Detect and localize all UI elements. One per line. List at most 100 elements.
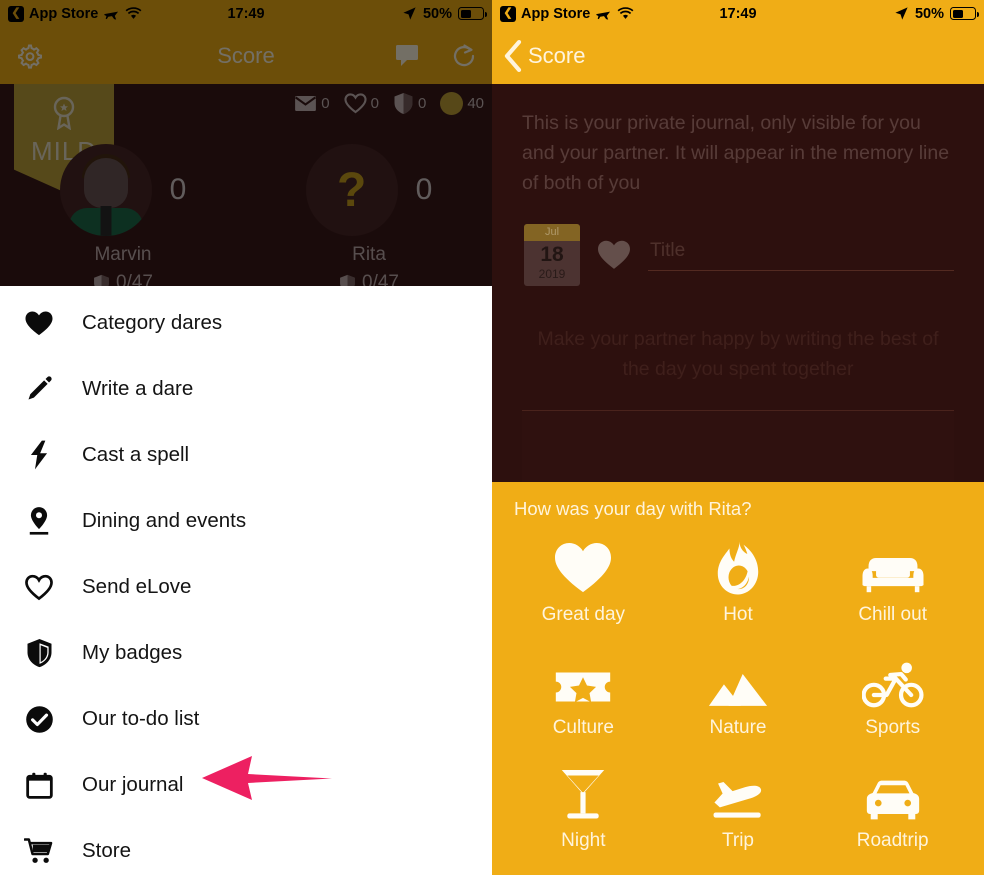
menu-item-label: Send eLove (82, 575, 192, 598)
chat-icon[interactable] (394, 43, 424, 69)
heart-filled-icon (552, 540, 614, 596)
wifi-icon (617, 6, 634, 19)
menu-item-send-elove[interactable]: Send eLove (0, 554, 492, 620)
stat-badges[interactable]: 0 (393, 92, 426, 115)
mood-option-nature[interactable]: Nature (661, 639, 816, 752)
mood-option-chill-out[interactable]: Chill out (815, 526, 970, 639)
journal-entry-row: Jul 18 2019 (492, 198, 984, 286)
airplane-takeoff-icon (709, 766, 767, 822)
player-card-marvin[interactable]: 0 Marvin 0/47 (0, 144, 246, 294)
left-status-bar: ❮ App Store 17:49 50% (0, 0, 492, 27)
journal-intro-text: This is your private journal, only visib… (522, 112, 950, 194)
menu-item-category-dares[interactable]: Category dares (0, 290, 492, 356)
date-widget[interactable]: Jul 18 2019 (524, 224, 580, 286)
stat-mail-value: 0 (321, 94, 330, 112)
menu-item-label: Dining and events (82, 509, 247, 532)
mountains-icon (708, 653, 768, 709)
mood-option-night[interactable]: Night (506, 753, 661, 866)
chevron-left-icon[interactable] (502, 39, 524, 73)
mood-label: Culture (552, 716, 614, 738)
pencil-icon (22, 375, 56, 403)
stat-badges-value: 0 (417, 94, 427, 112)
cart-icon (22, 837, 56, 865)
right-status-bar: ❮ App Store 17:49 50% (492, 0, 984, 27)
mood-label: Roadtrip (856, 830, 929, 852)
mood-option-culture[interactable]: Culture (506, 639, 661, 752)
status-back-app[interactable]: App Store (521, 6, 590, 22)
date-day: 18 (540, 243, 564, 266)
mood-label: Sports (865, 716, 921, 738)
cyclist-icon (861, 653, 924, 709)
menu-item-label: Write a dare (82, 377, 194, 400)
right-phone-screen: This is your private journal, only visib… (492, 0, 984, 875)
battery-icon (950, 7, 979, 20)
map-pin-icon (22, 506, 56, 536)
airplane-icon (104, 11, 119, 20)
menu-sheet: Category dares Write a dare Cast a spell (0, 286, 492, 875)
mood-option-hot[interactable]: Hot (661, 526, 816, 639)
menu-item-my-badges[interactable]: My badges (0, 620, 492, 686)
mood-grid: Great day Hot Chill out Culture Nature S… (506, 526, 970, 866)
ticket-star-icon (554, 653, 612, 709)
car-icon (862, 766, 924, 822)
menu-item-our-journal[interactable]: Our journal (0, 752, 492, 818)
mood-option-sports[interactable]: Sports (815, 639, 970, 752)
location-arrow-icon (403, 7, 416, 20)
back-button-label[interactable]: Score (528, 43, 585, 69)
player-name: Rita (352, 244, 386, 265)
back-chevron-icon[interactable]: ❮ (500, 5, 516, 22)
player-card-rita[interactable]: ? 0 Rita 0/47 (246, 144, 492, 294)
stat-coins[interactable]: 40 (440, 91, 484, 115)
menu-item-label: Store (82, 839, 131, 862)
shield-icon (394, 92, 413, 114)
mail-icon (295, 95, 317, 111)
wifi-icon (125, 6, 142, 19)
status-battery-percent: 50% (914, 5, 944, 22)
sofa-icon (861, 540, 925, 596)
left-phone-screen: 0 0 0 40 MILD 0 Marvin 0/47 ? 0 Rita 0/4… (0, 0, 492, 875)
location-arrow-icon (895, 7, 908, 20)
check-circle-icon (22, 705, 56, 734)
mood-label: Chill out (858, 603, 927, 625)
heart-filled-icon[interactable] (596, 239, 632, 271)
mood-label: Trip (721, 830, 754, 852)
menu-item-write-a-dare[interactable]: Write a dare (0, 356, 492, 422)
avatar (59, 144, 152, 236)
mood-option-trip[interactable]: Trip (661, 753, 816, 866)
stat-mail[interactable]: 0 (294, 94, 330, 112)
heart-filled-icon (22, 310, 56, 337)
mood-picker-sheet: How was your day with Rita? Great day Ho… (492, 482, 984, 875)
cocktail-icon (559, 766, 607, 822)
heart-outline-icon (22, 574, 56, 601)
stat-coins-value: 40 (467, 94, 484, 112)
coin-icon (440, 91, 464, 115)
menu-item-label: Cast a spell (82, 443, 190, 466)
lightning-icon (22, 440, 56, 470)
flame-icon (714, 540, 762, 596)
menu-item-label: Our journal (82, 773, 184, 796)
journal-hint-text: Make your partner happy by writing the b… (537, 328, 939, 380)
left-navbar: Score (0, 27, 492, 84)
menu-item-store[interactable]: Store (0, 818, 492, 875)
journal-title-input[interactable] (648, 235, 954, 271)
stat-hearts[interactable]: 0 (344, 92, 379, 114)
menu-item-label: Our to-do list (82, 707, 200, 730)
battery-icon (458, 7, 487, 20)
back-chevron-icon[interactable]: ❮ (8, 5, 24, 22)
refresh-icon[interactable] (450, 42, 478, 70)
mood-label: Great day (541, 603, 626, 625)
mood-question: How was your day with Rita? (514, 498, 752, 519)
menu-item-dining-and-events[interactable]: Dining and events (0, 488, 492, 554)
menu-item-label: Category dares (82, 311, 223, 334)
mood-label: Hot (723, 603, 753, 625)
mood-option-great-day[interactable]: Great day (506, 526, 661, 639)
date-month: Jul (524, 224, 580, 241)
mood-label: Night (561, 830, 606, 852)
mood-option-roadtrip[interactable]: Roadtrip (815, 753, 970, 866)
mood-label: Nature (709, 716, 767, 738)
menu-item-cast-a-spell[interactable]: Cast a spell (0, 422, 492, 488)
status-battery-percent: 50% (422, 5, 452, 22)
menu-item-our-to-do-list[interactable]: Our to-do list (0, 686, 492, 752)
screenshot-root: 0 0 0 40 MILD 0 Marvin 0/47 ? 0 Rita 0/4… (0, 0, 984, 875)
status-back-app[interactable]: App Store (29, 6, 98, 22)
